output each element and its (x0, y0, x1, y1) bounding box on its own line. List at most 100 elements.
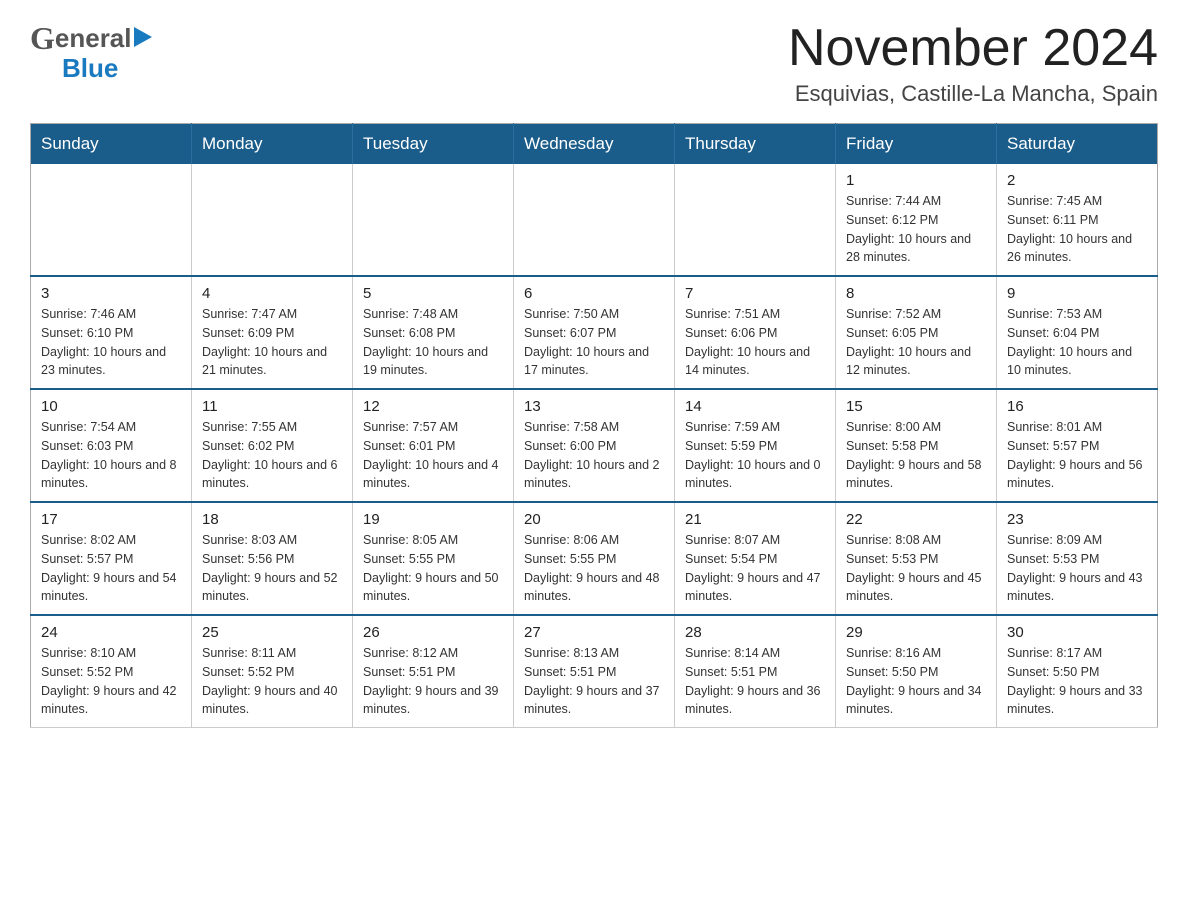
day-info: Sunrise: 8:03 AM Sunset: 5:56 PM Dayligh… (202, 531, 342, 606)
day-info: Sunrise: 8:11 AM Sunset: 5:52 PM Dayligh… (202, 644, 342, 719)
day-of-week-header: Friday (836, 124, 997, 165)
day-number: 3 (41, 285, 181, 302)
calendar-cell: 7Sunrise: 7:51 AM Sunset: 6:06 PM Daylig… (675, 276, 836, 389)
calendar-cell (192, 164, 353, 276)
day-number: 26 (363, 624, 503, 641)
calendar-cell: 4 Sunrise: 7:47 AM Sunset: 6:09 PM Daylig… (192, 276, 353, 389)
calendar-cell: 21 Sunrise: 8:07 AM Sunset: 5:54 PM Dayli… (675, 502, 836, 615)
calendar-cell: 14 Sunrise: 7:59 AM Sunset: 5:59 PM Dayli… (675, 389, 836, 502)
day-of-week-header: Sunday (31, 124, 192, 165)
day-number: 23 (1007, 511, 1147, 528)
day-info: Sunrise: 7:50 AM Sunset: 6:07 PM Dayligh… (524, 305, 664, 380)
day-number: 5 (363, 285, 503, 302)
day-number: 8 (846, 285, 986, 302)
day-info: Sunrise: 8:01 AM Sunset: 5:57 PM Dayligh… (1007, 418, 1147, 493)
day-number: 14 (685, 398, 825, 415)
calendar-cell: 20 Sunrise: 8:06 AM Sunset: 5:55 PM Dayli… (514, 502, 675, 615)
day-number: 28 (685, 624, 825, 641)
day-number: 4 (202, 285, 342, 302)
calendar-cell: 2Sunrise: 7:45 AM Sunset: 6:11 PM Daylig… (997, 164, 1158, 276)
calendar-cell: 11 Sunrise: 7:55 AM Sunset: 6:02 PM Dayli… (192, 389, 353, 502)
day-info: Sunrise: 7:52 AM Sunset: 6:05 PM Dayligh… (846, 305, 986, 380)
calendar-cell: 27 Sunrise: 8:13 AM Sunset: 5:51 PM Dayli… (514, 615, 675, 728)
day-info: Sunrise: 8:12 AM Sunset: 5:51 PM Dayligh… (363, 644, 503, 719)
calendar-cell: 22 Sunrise: 8:08 AM Sunset: 5:53 PM Dayli… (836, 502, 997, 615)
day-info: Sunrise: 7:47 AM Sunset: 6:09 PM Dayligh… (202, 305, 342, 380)
logo-triangle-icon (134, 27, 152, 47)
day-number: 16 (1007, 398, 1147, 415)
calendar-week-row: 1Sunrise: 7:44 AM Sunset: 6:12 PM Daylig… (31, 164, 1158, 276)
calendar-cell: 5 Sunrise: 7:48 AM Sunset: 6:08 PM Daylig… (353, 276, 514, 389)
calendar-cell: 17 Sunrise: 8:02 AM Sunset: 5:57 PM Dayli… (31, 502, 192, 615)
day-number: 29 (846, 624, 986, 641)
day-info: Sunrise: 8:10 AM Sunset: 5:52 PM Dayligh… (41, 644, 181, 719)
calendar-cell: 25 Sunrise: 8:11 AM Sunset: 5:52 PM Dayli… (192, 615, 353, 728)
days-of-week-row: SundayMondayTuesdayWednesdayThursdayFrid… (31, 124, 1158, 165)
day-number: 20 (524, 511, 664, 528)
day-number: 22 (846, 511, 986, 528)
day-of-week-header: Tuesday (353, 124, 514, 165)
day-number: 17 (41, 511, 181, 528)
day-info: Sunrise: 7:46 AM Sunset: 6:10 PM Dayligh… (41, 305, 181, 380)
day-info: Sunrise: 8:17 AM Sunset: 5:50 PM Dayligh… (1007, 644, 1147, 719)
calendar-cell (675, 164, 836, 276)
calendar-cell: 3 Sunrise: 7:46 AM Sunset: 6:10 PM Daylig… (31, 276, 192, 389)
day-number: 2 (1007, 172, 1147, 189)
day-info: Sunrise: 8:16 AM Sunset: 5:50 PM Dayligh… (846, 644, 986, 719)
day-info: Sunrise: 8:06 AM Sunset: 5:55 PM Dayligh… (524, 531, 664, 606)
calendar-week-row: 3 Sunrise: 7:46 AM Sunset: 6:10 PM Daylig… (31, 276, 1158, 389)
day-number: 25 (202, 624, 342, 641)
day-number: 1 (846, 172, 986, 189)
calendar-cell: 26 Sunrise: 8:12 AM Sunset: 5:51 PM Dayli… (353, 615, 514, 728)
calendar-cell (353, 164, 514, 276)
day-number: 12 (363, 398, 503, 415)
calendar-cell: 24Sunrise: 8:10 AM Sunset: 5:52 PM Dayli… (31, 615, 192, 728)
day-info: Sunrise: 7:59 AM Sunset: 5:59 PM Dayligh… (685, 418, 825, 493)
day-number: 10 (41, 398, 181, 415)
day-number: 21 (685, 511, 825, 528)
day-info: Sunrise: 7:54 AM Sunset: 6:03 PM Dayligh… (41, 418, 181, 493)
logo-blue-text: Blue (62, 53, 118, 83)
day-info: Sunrise: 7:48 AM Sunset: 6:08 PM Dayligh… (363, 305, 503, 380)
calendar-cell (514, 164, 675, 276)
day-info: Sunrise: 8:08 AM Sunset: 5:53 PM Dayligh… (846, 531, 986, 606)
logo-g-letter: G (30, 20, 55, 57)
calendar-cell: 1Sunrise: 7:44 AM Sunset: 6:12 PM Daylig… (836, 164, 997, 276)
title-area: November 2024 Esquivias, Castille-La Man… (788, 20, 1158, 107)
day-number: 13 (524, 398, 664, 415)
day-info: Sunrise: 7:55 AM Sunset: 6:02 PM Dayligh… (202, 418, 342, 493)
calendar-cell: 12Sunrise: 7:57 AM Sunset: 6:01 PM Dayli… (353, 389, 514, 502)
calendar-week-row: 17 Sunrise: 8:02 AM Sunset: 5:57 PM Dayli… (31, 502, 1158, 615)
calendar-cell: 28 Sunrise: 8:14 AM Sunset: 5:51 PM Dayli… (675, 615, 836, 728)
calendar-cell: 16 Sunrise: 8:01 AM Sunset: 5:57 PM Dayli… (997, 389, 1158, 502)
day-of-week-header: Thursday (675, 124, 836, 165)
day-info: Sunrise: 8:02 AM Sunset: 5:57 PM Dayligh… (41, 531, 181, 606)
calendar-cell: 6 Sunrise: 7:50 AM Sunset: 6:07 PM Daylig… (514, 276, 675, 389)
calendar-week-row: 10 Sunrise: 7:54 AM Sunset: 6:03 PM Dayli… (31, 389, 1158, 502)
day-number: 19 (363, 511, 503, 528)
day-info: Sunrise: 8:13 AM Sunset: 5:51 PM Dayligh… (524, 644, 664, 719)
day-number: 6 (524, 285, 664, 302)
location-title: Esquivias, Castille-La Mancha, Spain (788, 81, 1158, 107)
calendar-cell: 9Sunrise: 7:53 AM Sunset: 6:04 PM Daylig… (997, 276, 1158, 389)
day-number: 27 (524, 624, 664, 641)
calendar-week-row: 24Sunrise: 8:10 AM Sunset: 5:52 PM Dayli… (31, 615, 1158, 728)
day-info: Sunrise: 8:00 AM Sunset: 5:58 PM Dayligh… (846, 418, 986, 493)
calendar-cell: 10 Sunrise: 7:54 AM Sunset: 6:03 PM Dayli… (31, 389, 192, 502)
day-number: 9 (1007, 285, 1147, 302)
day-info: Sunrise: 7:51 AM Sunset: 6:06 PM Dayligh… (685, 305, 825, 380)
calendar-cell: 18Sunrise: 8:03 AM Sunset: 5:56 PM Dayli… (192, 502, 353, 615)
day-info: Sunrise: 8:14 AM Sunset: 5:51 PM Dayligh… (685, 644, 825, 719)
day-number: 11 (202, 398, 342, 415)
logo-area: G eneral Blue (30, 20, 152, 84)
logo-blue-label: Blue (62, 53, 118, 84)
day-info: Sunrise: 8:09 AM Sunset: 5:53 PM Dayligh… (1007, 531, 1147, 606)
calendar-header: SundayMondayTuesdayWednesdayThursdayFrid… (31, 124, 1158, 165)
day-number: 30 (1007, 624, 1147, 641)
calendar-table: SundayMondayTuesdayWednesdayThursdayFrid… (30, 123, 1158, 728)
day-info: Sunrise: 8:07 AM Sunset: 5:54 PM Dayligh… (685, 531, 825, 606)
calendar-body: 1Sunrise: 7:44 AM Sunset: 6:12 PM Daylig… (31, 164, 1158, 728)
calendar-cell: 15Sunrise: 8:00 AM Sunset: 5:58 PM Dayli… (836, 389, 997, 502)
day-info: Sunrise: 8:05 AM Sunset: 5:55 PM Dayligh… (363, 531, 503, 606)
calendar-cell: 19 Sunrise: 8:05 AM Sunset: 5:55 PM Dayli… (353, 502, 514, 615)
